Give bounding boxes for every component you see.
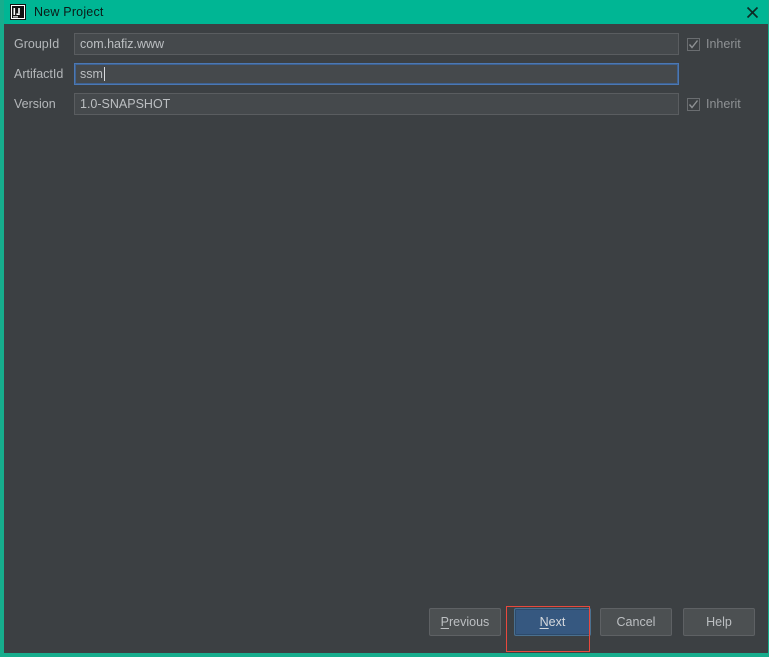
form-row-groupid: GroupId com.hafiz.www Inherit bbox=[4, 33, 768, 55]
cancel-button[interactable]: Cancel bbox=[600, 608, 672, 636]
next-button-label: ext bbox=[548, 615, 566, 629]
dialog-button-bar: Previous Next Cancel Help bbox=[4, 599, 768, 653]
artifactid-label: ArtifactId bbox=[14, 67, 64, 81]
previous-button[interactable]: Previous bbox=[429, 608, 501, 636]
groupid-inherit-checkbox[interactable]: Inherit bbox=[687, 37, 741, 51]
version-inherit-checkbox[interactable]: Inherit bbox=[687, 97, 741, 111]
next-mnemonic: N bbox=[539, 615, 549, 629]
window-frame-bottom bbox=[0, 653, 769, 657]
new-project-dialog: New Project GroupId com.hafiz.www Inheri… bbox=[0, 0, 769, 657]
previous-button-label: revious bbox=[449, 615, 490, 629]
window-title: New Project bbox=[34, 5, 104, 19]
groupid-label: GroupId bbox=[14, 37, 60, 51]
version-label: Version bbox=[14, 97, 56, 111]
dialog-content: GroupId com.hafiz.www Inherit ArtifactId bbox=[4, 24, 768, 653]
version-inherit-label: Inherit bbox=[706, 97, 741, 111]
groupid-input[interactable]: com.hafiz.www bbox=[74, 33, 679, 55]
cancel-button-label: Cancel bbox=[616, 615, 656, 629]
maven-coordinates-form: GroupId com.hafiz.www Inherit ArtifactId bbox=[4, 33, 768, 123]
version-value: 1.0-SNAPSHOT bbox=[80, 97, 171, 111]
artifactid-input[interactable]: ssm bbox=[74, 63, 679, 85]
version-input[interactable]: 1.0-SNAPSHOT bbox=[74, 93, 679, 115]
next-button[interactable]: Next bbox=[514, 608, 591, 636]
form-row-version: Version 1.0-SNAPSHOT Inherit bbox=[4, 93, 768, 115]
text-caret bbox=[103, 67, 105, 81]
help-button[interactable]: Help bbox=[683, 608, 755, 636]
groupid-value: com.hafiz.www bbox=[80, 37, 165, 51]
artifactid-value: ssm bbox=[80, 67, 103, 81]
checkbox-checked-icon bbox=[687, 37, 700, 51]
title-bar: New Project bbox=[0, 0, 769, 24]
intellij-idea-logo-icon bbox=[10, 4, 26, 20]
help-button-label: Help bbox=[706, 615, 732, 629]
window-frame-left bbox=[0, 0, 4, 657]
groupid-inherit-label: Inherit bbox=[706, 37, 741, 51]
close-icon[interactable] bbox=[735, 0, 769, 24]
checkbox-checked-icon bbox=[687, 97, 700, 111]
previous-mnemonic: P bbox=[440, 615, 450, 629]
form-row-artifactid: ArtifactId ssm bbox=[4, 63, 768, 85]
